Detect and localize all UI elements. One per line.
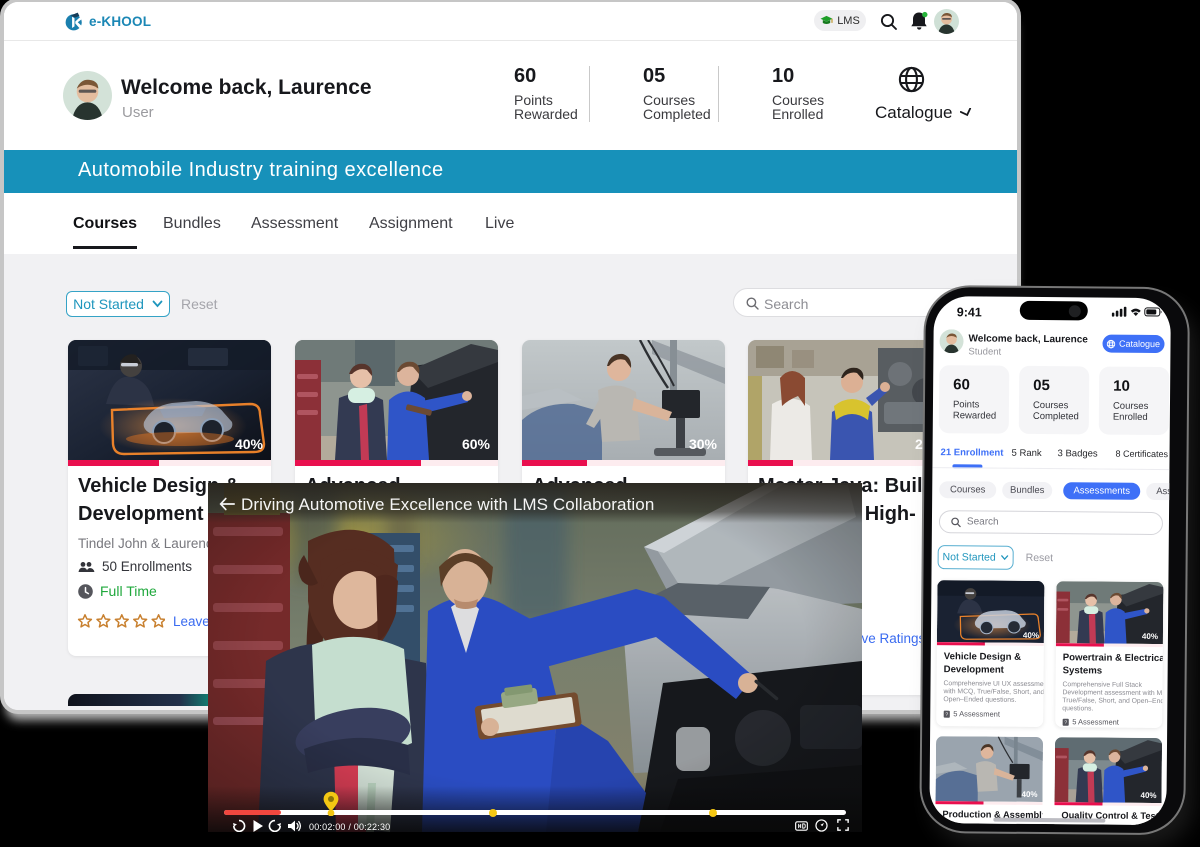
svg-text:?: ? [945, 712, 948, 718]
svg-text:?: ? [1064, 720, 1067, 726]
